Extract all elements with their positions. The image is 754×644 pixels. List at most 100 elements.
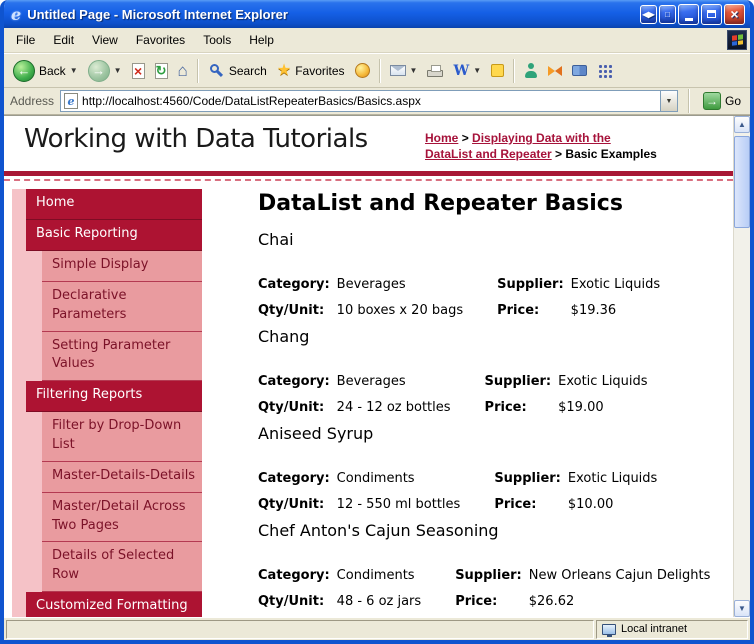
sidebar-item-declarative-parameters[interactable]: Declarative Parameters [42,281,202,332]
home-button[interactable]: ⌂ [173,59,193,82]
forward-dropdown-icon: ▼ [113,66,122,75]
sidebar-item-filter-by-dropdown-list[interactable]: Filter by Drop-Down List [42,412,202,462]
category-label: Category: [258,276,330,292]
category-label: Category: [258,567,330,583]
go-label: Go [724,94,741,108]
supplier-value: Exotic Liquids [567,470,658,486]
ie-logo-icon: e [11,4,22,24]
menu-file[interactable]: File [7,29,44,51]
scroll-down-button[interactable]: ▼ [734,600,750,617]
price-label: Price: [497,302,540,318]
price-value: $10.00 [567,496,614,512]
refresh-button[interactable]: ↻ [150,60,173,82]
address-label: Address [10,94,55,108]
media-button[interactable] [350,60,375,81]
toolbar-separator [513,58,516,83]
quick-launch-button[interactable] [592,60,617,81]
browser-viewport: Working with Data Tutorials Home > Displ… [4,115,750,617]
category-value: Condiments [336,470,415,486]
price-label: Price: [455,593,498,609]
sidebar-item-master-details-details[interactable]: Master-Details-Details [42,461,202,493]
product-name: Chang [258,327,310,347]
supplier-label: Supplier: [497,276,564,292]
sidebar-item-setting-parameter-values[interactable]: Setting Parameter Values [42,331,202,382]
go-button[interactable]: → Go [700,92,744,110]
titlebar-arrow-left-button[interactable]: ◀▶ [640,4,657,24]
sidebar-item-details-of-selected-row[interactable]: Details of Selected Row [42,542,202,593]
menu-edit[interactable]: Edit [44,29,83,51]
search-button[interactable]: Search [203,59,272,82]
close-icon: × [730,6,739,22]
breadcrumb: Home > Displaying Data with the DataList … [425,124,725,162]
menu-view[interactable]: View [83,29,127,51]
titlebar: e Untitled Page - Microsoft Internet Exp… [4,0,750,28]
windows-flag-icon [727,30,747,50]
book-icon [572,65,588,76]
product-item: Chef Anton's Cajun Seasoning Category: C… [258,521,725,614]
scrollbar-thumb[interactable] [734,136,750,228]
menu-tools[interactable]: Tools [194,29,240,51]
breadcrumb-home-link[interactable]: Home [425,131,458,145]
menu-favorites[interactable]: Favorites [127,29,194,51]
minimize-icon [684,17,693,21]
forward-button[interactable]: → ▼ [83,57,127,85]
sidebar-item-simple-display[interactable]: Simple Display [42,251,202,282]
product-details-table: Category: Condiments Supplier: Exotic Li… [258,465,657,517]
browser-window: e Untitled Page - Microsoft Internet Exp… [0,0,754,644]
discuss-button[interactable] [486,61,509,80]
qty-label: Qty/Unit: [258,302,325,318]
address-dropdown-button[interactable]: ▼ [659,91,677,111]
qty-value: 24 - 12 oz bottles [336,399,451,415]
main-content: DataList and Repeater Basics Chai Catego… [258,189,733,617]
price-value: $26.62 [528,593,575,609]
menu-bar: File Edit View Favorites Tools Help [4,28,750,53]
messenger-icon [524,63,538,78]
research-button[interactable] [567,62,592,79]
toolbar: ← Back ▼ → ▼ × ↻ ⌂ Search ★ Favorites ▼ … [4,53,750,88]
refresh-icon: ↻ [154,62,168,79]
scroll-up-button[interactable]: ▲ [734,116,750,133]
search-label: Search [228,63,267,78]
category-label: Category: [258,373,330,389]
note-icon [491,64,505,77]
msn-button[interactable] [543,62,567,80]
category-value: Condiments [336,567,415,583]
sidebar-item-home[interactable]: Home [26,189,202,221]
favorites-button[interactable]: ★ Favorites [272,60,350,82]
sidebar-item-basic-reporting[interactable]: Basic Reporting [26,220,202,252]
page-favicon: e [64,93,79,109]
go-icon: → [702,92,721,110]
sidebar-item-filtering-reports[interactable]: Filtering Reports [26,381,202,413]
address-input[interactable] [82,92,656,110]
forward-icon: → [87,59,110,82]
category-value: Beverages [336,276,406,292]
sidebar-item-master-detail-two-pages[interactable]: Master/Detail Across Two Pages [42,492,202,543]
vertical-scrollbar[interactable]: ▲ ▼ [733,116,750,617]
qty-label: Qty/Unit: [258,399,325,415]
scrollbar-track[interactable] [734,133,750,600]
address-field: e ▼ [60,90,678,112]
qty-label: Qty/Unit: [258,593,325,609]
messenger-button[interactable] [519,60,543,81]
print-button[interactable] [422,61,448,80]
address-bar: Address e ▼ → Go [4,88,750,115]
close-button[interactable]: × [724,3,745,25]
back-dropdown-icon: ▼ [69,66,78,75]
stop-button[interactable]: × [127,60,150,82]
product-name: Aniseed Syrup [258,424,374,444]
price-label: Price: [494,496,537,512]
supplier-label: Supplier: [484,373,552,389]
back-button[interactable]: ← Back ▼ [8,57,83,85]
menu-help[interactable]: Help [240,29,283,51]
butterfly-icon [548,65,563,77]
sidebar-item-customized-formatting[interactable]: Customized Formatting [26,592,202,617]
web-page: Working with Data Tutorials Home > Displ… [4,116,733,617]
maximize-button[interactable] [701,3,722,25]
edit-button[interactable]: W ▼ [448,61,486,81]
supplier-label: Supplier: [455,567,522,583]
supplier-label: Supplier: [494,470,561,486]
breadcrumb-separator: > [461,131,469,145]
mail-button[interactable]: ▼ [385,62,423,79]
titlebar-arrow-right-button[interactable]: □ [659,4,676,24]
minimize-button[interactable] [678,3,699,25]
